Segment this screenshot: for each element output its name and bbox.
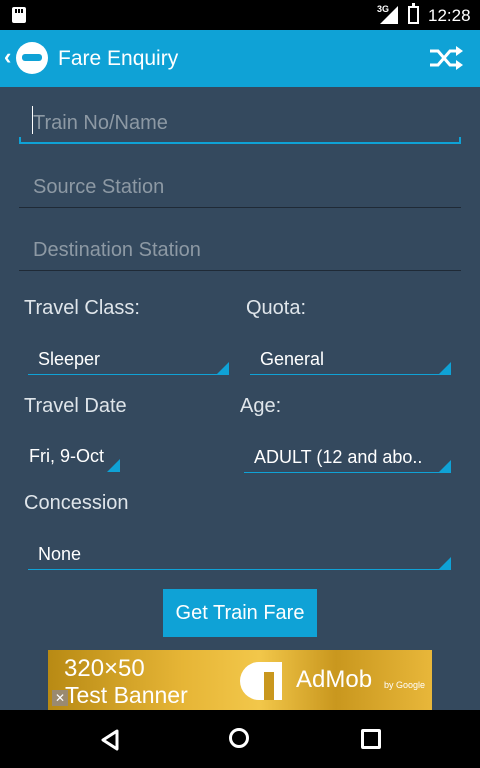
age-value: ADULT (12 and abo.. bbox=[254, 447, 423, 467]
admob-brand: AdMob bbox=[296, 666, 373, 693]
by-google-text: by Google bbox=[384, 680, 426, 690]
dropdown-arrow-icon bbox=[438, 557, 451, 570]
recent-square-icon[interactable] bbox=[361, 729, 381, 749]
quota-value: General bbox=[260, 349, 325, 369]
source-station-underline bbox=[19, 207, 461, 208]
get-train-fare-button[interactable]: Get Train Fare bbox=[163, 589, 317, 637]
ad-size-text: 320×50 bbox=[64, 655, 145, 682]
ad-banner-text: Test Banner bbox=[65, 682, 188, 708]
back-triangle-icon[interactable] bbox=[100, 729, 120, 751]
back-arrow-icon[interactable]: ‹ bbox=[4, 44, 11, 70]
dropdown-arrow-icon bbox=[438, 460, 451, 473]
age-spinner[interactable]: ADULT (12 and abo.. bbox=[244, 439, 451, 473]
page-title: Fare Enquiry bbox=[58, 47, 179, 70]
train-logo-icon[interactable] bbox=[16, 42, 48, 74]
spinner-underline bbox=[28, 374, 229, 375]
destination-station-input[interactable]: Destination Station bbox=[19, 233, 461, 271]
age-label: Age: bbox=[240, 395, 282, 417]
train-input[interactable]: Train No/Name bbox=[19, 106, 461, 144]
destination-station-placeholder: Destination Station bbox=[33, 239, 201, 261]
app-bar: ‹ Fare Enquiry bbox=[0, 30, 480, 87]
battery-icon bbox=[408, 3, 419, 24]
status-bar: 3G 12:28 bbox=[0, 0, 480, 30]
travel-date-spinner[interactable]: Fri, 9-Oct bbox=[19, 438, 120, 472]
travel-date-label: Travel Date bbox=[24, 395, 127, 417]
admob-logo-icon bbox=[240, 662, 282, 700]
train-input-placeholder: Train No/Name bbox=[33, 112, 168, 134]
shuffle-icon[interactable] bbox=[426, 43, 466, 73]
destination-station-underline bbox=[19, 270, 461, 271]
text-cursor bbox=[32, 106, 33, 134]
dropdown-arrow-icon bbox=[438, 362, 451, 375]
ad-close-icon[interactable]: ✕ bbox=[52, 690, 68, 706]
concession-value: None bbox=[38, 544, 82, 564]
dropdown-arrow-icon bbox=[107, 459, 120, 472]
concession-spinner[interactable]: None bbox=[28, 536, 451, 570]
navigation-bar bbox=[0, 710, 480, 768]
travel-class-spinner[interactable]: Sleeper bbox=[28, 341, 229, 375]
spinner-underline bbox=[244, 472, 451, 473]
signal-icon bbox=[380, 6, 398, 24]
travel-class-label: Travel Class: bbox=[24, 297, 140, 319]
home-circle-icon[interactable] bbox=[229, 728, 249, 748]
quota-label: Quota: bbox=[246, 297, 307, 319]
spinner-underline bbox=[28, 569, 451, 570]
quota-spinner[interactable]: General bbox=[250, 341, 451, 375]
dropdown-arrow-icon bbox=[216, 362, 229, 375]
spinner-underline bbox=[250, 374, 451, 375]
clock: 12:28 bbox=[428, 6, 471, 25]
concession-label: Concession bbox=[24, 492, 129, 514]
travel-class-value: Sleeper bbox=[38, 349, 101, 369]
source-station-placeholder: Source Station bbox=[33, 176, 165, 198]
source-station-input[interactable]: Source Station bbox=[19, 170, 461, 208]
ad-banner[interactable]: 320×50 Test Banner ✕ AdMob by Google bbox=[48, 650, 432, 710]
train-input-underline bbox=[19, 137, 461, 144]
travel-date-value: Fri, 9-Oct bbox=[29, 446, 104, 466]
sd-card-icon bbox=[12, 7, 26, 23]
